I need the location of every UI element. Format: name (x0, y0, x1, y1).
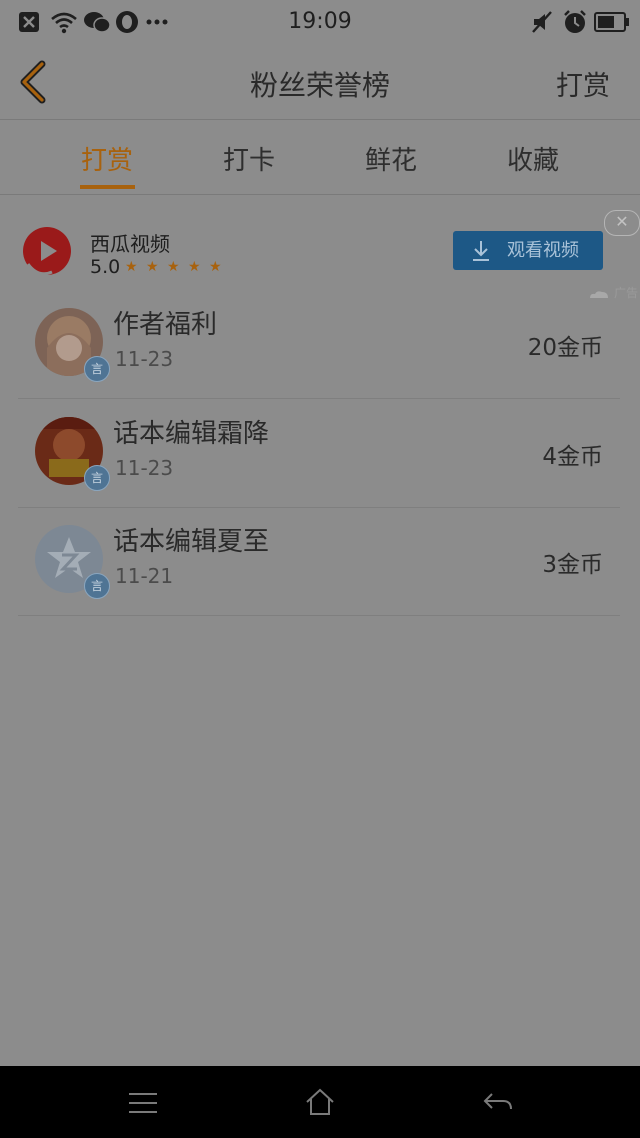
tab-bar: 打赏 打卡 鲜花 收藏 (0, 120, 640, 195)
fan-name: 话本编辑夏至 (113, 527, 270, 557)
list-item[interactable]: 言 话本编辑霜降 11-23 4金币 (18, 399, 620, 508)
reward-date: 11-23 (115, 456, 174, 480)
list-item[interactable]: 言 话本编辑夏至 11-21 3金币 (18, 507, 620, 616)
back-nav-icon[interactable] (483, 1090, 513, 1114)
verified-badge-icon: 言 (84, 356, 110, 382)
fan-name: 作者福利 (113, 310, 218, 340)
reward-amount: 4金币 (542, 444, 603, 470)
ad-close-button[interactable]: ✕ (604, 210, 640, 236)
ad-rating: 5.0 (90, 256, 121, 278)
verified-badge-icon: 言 (84, 573, 110, 599)
tab-flowers[interactable]: 鲜花 (336, 140, 446, 177)
home-icon[interactable] (305, 1088, 335, 1116)
verified-badge-icon: 言 (84, 465, 110, 491)
tab-favorites[interactable]: 收藏 (478, 140, 588, 177)
star-icon: ★ (125, 259, 138, 275)
active-tab-indicator (80, 185, 135, 189)
ad-app-name: 西瓜视频 (90, 232, 170, 256)
battery-icon (594, 12, 629, 32)
xigua-video-logo-icon (23, 227, 71, 276)
watch-video-label: 观看视频 (507, 240, 579, 261)
tab-reward[interactable]: 打赏 (52, 140, 162, 177)
reward-date: 11-23 (115, 347, 174, 371)
page-title: 粉丝荣誉榜 (249, 69, 390, 102)
star-icon: ★ (209, 259, 222, 275)
menu-icon[interactable] (128, 1092, 158, 1114)
star-icon: ★ (188, 259, 201, 275)
tab-checkin[interactable]: 打卡 (194, 140, 304, 177)
reward-button[interactable]: 打赏 (556, 64, 610, 103)
status-bar: 19:09 (0, 0, 640, 44)
star-icon: ★ (146, 259, 159, 275)
star-icon: ★ (167, 259, 180, 275)
download-icon (473, 241, 489, 261)
header-bar: 粉丝荣誉榜 打赏 (0, 44, 640, 120)
reward-amount: 3金币 (542, 552, 603, 578)
alarm-icon (564, 10, 586, 33)
reward-date: 11-21 (115, 564, 174, 588)
watch-video-button[interactable]: 观看视频 (453, 231, 603, 270)
mute-icon (532, 11, 552, 33)
ad-banner[interactable]: 西瓜视频 5.0 ★ ★ ★ ★ ★ 观看视频 ✕ 广告 (0, 196, 640, 300)
fan-name: 话本编辑霜降 (113, 419, 270, 449)
system-navigation-bar (0, 1066, 640, 1138)
list-item[interactable]: 言 作者福利 11-23 20金币 (18, 290, 620, 399)
reward-amount: 20金币 (527, 335, 603, 361)
